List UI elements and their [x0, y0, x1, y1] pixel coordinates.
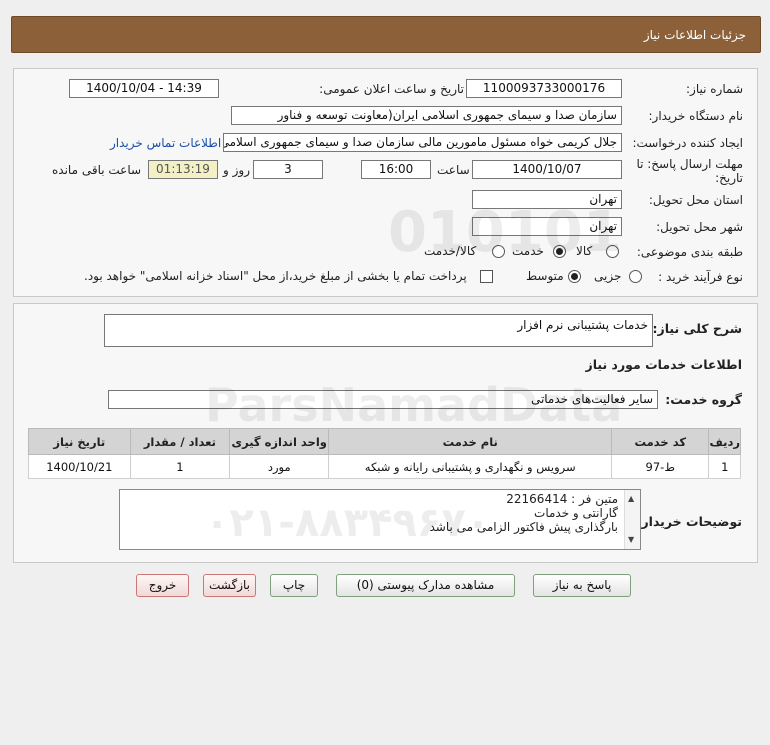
deadline-label-line2: تاریخ: [715, 171, 743, 185]
scroll-down-icon[interactable]: ▼ [628, 533, 634, 547]
category-option-goods: کالا [576, 244, 593, 258]
col-unit: واحد اندازه گیری [229, 428, 330, 455]
need-number-field: 1100093733000176 [466, 79, 622, 98]
services-section-title: اطلاعات خدمات مورد نیاز [585, 357, 743, 372]
province-label: استان محل تحویل: [648, 193, 743, 207]
cell-qty: 1 [129, 454, 231, 479]
treasury-payment-note: پرداخت تمام یا بخشی از مبلغ خرید،از محل … [84, 269, 467, 283]
category-radio-goods-service[interactable] [492, 245, 505, 258]
buyer-note-line: گارانتی و خدمات [534, 506, 618, 520]
treasury-payment-checkbox[interactable] [480, 270, 493, 283]
category-option-service: خدمت [512, 244, 544, 258]
summary-field: خدمات پشتیبانی نرم افزار [104, 314, 653, 347]
process-radio-medium[interactable] [568, 270, 581, 283]
process-type-label: نوع فرآیند خرید : [658, 270, 743, 284]
table-row: 1 ط-97 سرویس و نگهداری و پشتیبانی رایانه… [28, 454, 741, 479]
summary-label: شرح کلی نیاز: [652, 321, 742, 336]
cell-date: 1400/10/21 [28, 454, 131, 479]
deadline-date-field: 1400/10/07 [472, 160, 622, 179]
buyer-org-field: سازمان صدا و سیمای جمهوری اسلامی ایران(م… [231, 106, 622, 125]
announce-date-field: 1400/10/04 - 14:39 [69, 79, 219, 98]
cell-unit: مورد [229, 454, 330, 479]
col-name: نام خدمت [328, 428, 613, 455]
col-qty: تعداد / مقدار [129, 428, 231, 455]
service-group-field: سایر فعالیت‌های خدماتی [108, 390, 658, 409]
scroll-up-icon[interactable]: ▲ [628, 492, 634, 506]
col-row: ردیف [708, 428, 741, 455]
remaining-time-field: 01:13:19 [148, 160, 218, 179]
notes-scrollbar[interactable]: ▲ ▼ [624, 490, 640, 549]
province-field: تهران [472, 190, 622, 209]
category-radio-service[interactable] [553, 245, 566, 258]
table-header-row: ردیف کد خدمت نام خدمت واحد اندازه گیری ت… [28, 428, 741, 455]
print-button[interactable]: چاپ [270, 574, 318, 597]
cell-name: سرویس و نگهداری و پشتیبانی رایانه و شبکه [328, 454, 613, 479]
reply-to-need-button[interactable]: پاسخ به نیاز [533, 574, 631, 597]
page-header: جزئیات اطلاعات نیاز [11, 16, 761, 53]
service-group-label: گروه خدمت: [665, 392, 742, 407]
process-option-medium: متوسط [526, 269, 564, 283]
need-number-label: شماره نیاز: [686, 82, 743, 96]
col-date: تاریخ نیاز [28, 428, 131, 455]
process-option-minor: جزیی [594, 269, 622, 283]
requester-label: ایجاد کننده درخواست: [632, 136, 743, 150]
city-field: تهران [472, 217, 622, 236]
city-label: شهر محل تحویل: [656, 220, 743, 234]
category-label: طبقه بندی موضوعی: [636, 245, 743, 259]
buyer-org-label: نام دستگاه خریدار: [648, 109, 744, 123]
category-option-goods-service: کالا/خدمت [424, 244, 477, 258]
deadline-time-label: ساعت [437, 163, 470, 177]
requester-field: جلال کریمی خواه مسئول مامورین مالی سازما… [223, 133, 622, 152]
back-button[interactable]: بازگشت [203, 574, 256, 597]
view-attachments-button[interactable]: مشاهده مدارک پیوستی (0) [336, 574, 515, 597]
buyer-note-line: بارگذاری پیش فاکتور الزامی می باشد [429, 520, 618, 534]
col-code: کد خدمت [611, 428, 710, 455]
remaining-time-label: ساعت باقی مانده [52, 163, 142, 177]
cell-row: 1 [708, 454, 741, 479]
buyer-notes-textarea[interactable]: متین فر : 22166414 گارانتی و خدمات بارگذ… [119, 489, 641, 550]
exit-button[interactable]: خروج [136, 574, 189, 597]
deadline-time-field: 16:00 [361, 160, 431, 179]
services-table: ردیف کد خدمت نام خدمت واحد اندازه گیری ت… [28, 428, 741, 479]
cell-code: ط-97 [611, 454, 710, 479]
buyer-contact-link[interactable]: اطلاعات تماس خریدار [110, 136, 221, 150]
category-radio-goods[interactable] [606, 245, 619, 258]
days-field: 3 [253, 160, 323, 179]
process-radio-minor[interactable] [629, 270, 642, 283]
page-title: جزئیات اطلاعات نیاز [643, 28, 746, 42]
days-label: روز و [223, 163, 250, 177]
deadline-label-line1: مهلت ارسال پاسخ: تا [636, 157, 743, 171]
deadline-label: مهلت ارسال پاسخ: تا تاریخ: [636, 157, 743, 185]
buyer-note-line: متین فر : 22166414 [506, 492, 618, 506]
buyer-notes-label: توضیحات خریدار: [636, 514, 742, 529]
announce-date-label: تاریخ و ساعت اعلان عمومی: [319, 82, 464, 96]
